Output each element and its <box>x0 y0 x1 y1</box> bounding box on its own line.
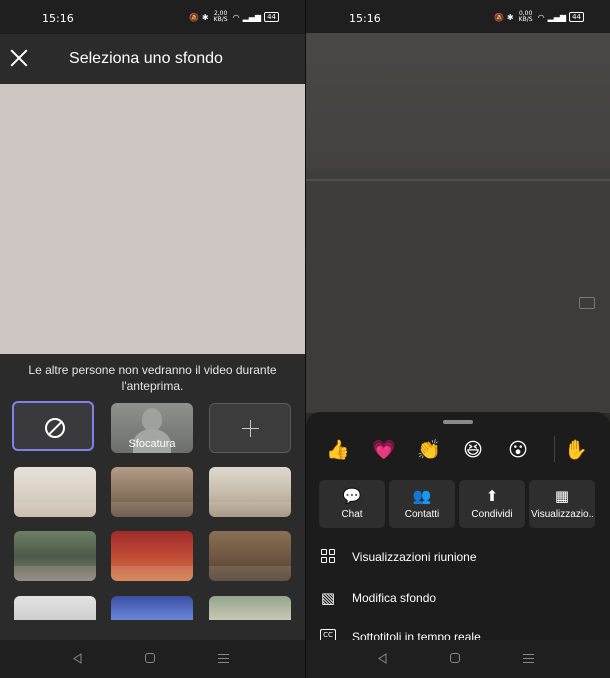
sheet-handle[interactable] <box>443 420 473 424</box>
view-button[interactable]: ▦ Visualizzazio... <box>529 480 595 528</box>
camera-switch-icon[interactable] <box>579 297 595 309</box>
no-entry-icon <box>45 418 65 438</box>
blur-background-option[interactable]: Sfocatura <box>111 403 193 453</box>
page-title: Seleziona uno sfondo <box>69 50 223 67</box>
mute-icon: 🔕 <box>188 12 199 22</box>
background-option[interactable] <box>14 596 96 620</box>
view-icon: ▦ <box>554 487 570 505</box>
thumbs-up-icon[interactable]: 👍 <box>326 438 350 462</box>
title-bar: Seleziona uno sfondo <box>0 34 305 84</box>
surprised-icon[interactable]: 😮 <box>506 438 530 462</box>
system-nav-bar <box>0 640 305 678</box>
background-icon: ▧ <box>320 589 336 607</box>
background-option[interactable] <box>14 467 96 517</box>
bluetooth-icon: ✱ <box>201 12 209 22</box>
layout-icon <box>321 549 336 564</box>
status-time: 15:16 <box>42 12 74 25</box>
menu-change-background[interactable]: ▧ Modifica sfondo <box>306 581 610 615</box>
wifi-icon: ◠ <box>232 12 240 22</box>
network-speed: 2,00 KB/S <box>213 10 228 23</box>
contacts-button[interactable]: 👥 Contatti <box>389 480 455 528</box>
background-option[interactable] <box>111 596 193 620</box>
background-option[interactable] <box>209 467 291 517</box>
video-preview <box>0 84 305 354</box>
network-speed: 0,00 KB/S <box>518 10 533 23</box>
heart-icon[interactable]: 💗 <box>372 438 396 462</box>
status-time: 15:16 <box>349 12 381 25</box>
back-icon[interactable] <box>72 653 83 664</box>
raise-hand-icon[interactable]: ✋ <box>564 438 588 462</box>
battery-indicator: 44 <box>569 12 584 22</box>
chat-button[interactable]: 💬 Chat <box>319 480 385 528</box>
blur-label: Sfocatura <box>128 438 176 450</box>
background-option[interactable] <box>209 531 291 581</box>
background-option[interactable] <box>209 596 291 620</box>
video-feed <box>306 33 610 413</box>
recents-icon[interactable] <box>523 653 534 663</box>
people-icon: 👥 <box>412 487 432 505</box>
add-background-button[interactable] <box>209 403 291 453</box>
recents-icon[interactable] <box>218 653 229 663</box>
clap-icon[interactable]: 👏 <box>417 438 441 462</box>
preview-note: Le altre persone non vedranno il video d… <box>28 363 277 393</box>
share-button[interactable]: ⬆ Condividi <box>459 480 525 528</box>
mute-icon: 🔕 <box>493 12 504 22</box>
meeting-screen: 15:16 🔕 ✱ 0,00 KB/S ◠ ▂▄▆ 44 👍 💗 👏 😆 😮 ✋… <box>306 0 610 678</box>
chat-icon: 💬 <box>342 487 362 505</box>
status-icons: 🔕 ✱ 0,00 KB/S ◠ ▂▄▆ 44 <box>494 11 584 23</box>
background-option[interactable] <box>111 531 193 581</box>
system-nav-bar <box>306 640 610 678</box>
home-icon[interactable] <box>145 653 155 663</box>
home-icon[interactable] <box>450 653 460 663</box>
reaction-divider <box>554 436 555 462</box>
signal-icon: ▂▄▆ <box>547 12 567 22</box>
share-icon: ⬆ <box>485 487 499 505</box>
status-icons: 🔕 ✱ 2,00 KB/S ◠ ▂▄▆ 44 <box>189 11 279 23</box>
signal-icon: ▂▄▆ <box>242 12 262 22</box>
bluetooth-icon: ✱ <box>506 12 514 22</box>
meeting-actions-sheet: 👍 💗 👏 😆 😮 ✋ 💬 Chat 👥 Contatti ⬆ Condivid… <box>306 412 610 678</box>
no-background-option[interactable] <box>12 401 94 451</box>
background-picker-screen: 15:16 🔕 ✱ 2,00 KB/S ◠ ▂▄▆ 44 Seleziona u… <box>0 0 305 678</box>
back-icon[interactable] <box>377 653 388 664</box>
background-option[interactable] <box>14 531 96 581</box>
status-bar: 15:16 🔕 ✱ 0,00 KB/S ◠ ▂▄▆ 44 <box>306 0 610 34</box>
laugh-icon[interactable]: 😆 <box>461 438 485 462</box>
status-bar: 15:16 🔕 ✱ 2,00 KB/S ◠ ▂▄▆ 44 <box>0 0 305 34</box>
menu-meeting-views[interactable]: Visualizzazioni riunione <box>306 540 610 574</box>
wifi-icon: ◠ <box>537 12 545 22</box>
background-option[interactable] <box>111 467 193 517</box>
battery-indicator: 44 <box>264 12 279 22</box>
